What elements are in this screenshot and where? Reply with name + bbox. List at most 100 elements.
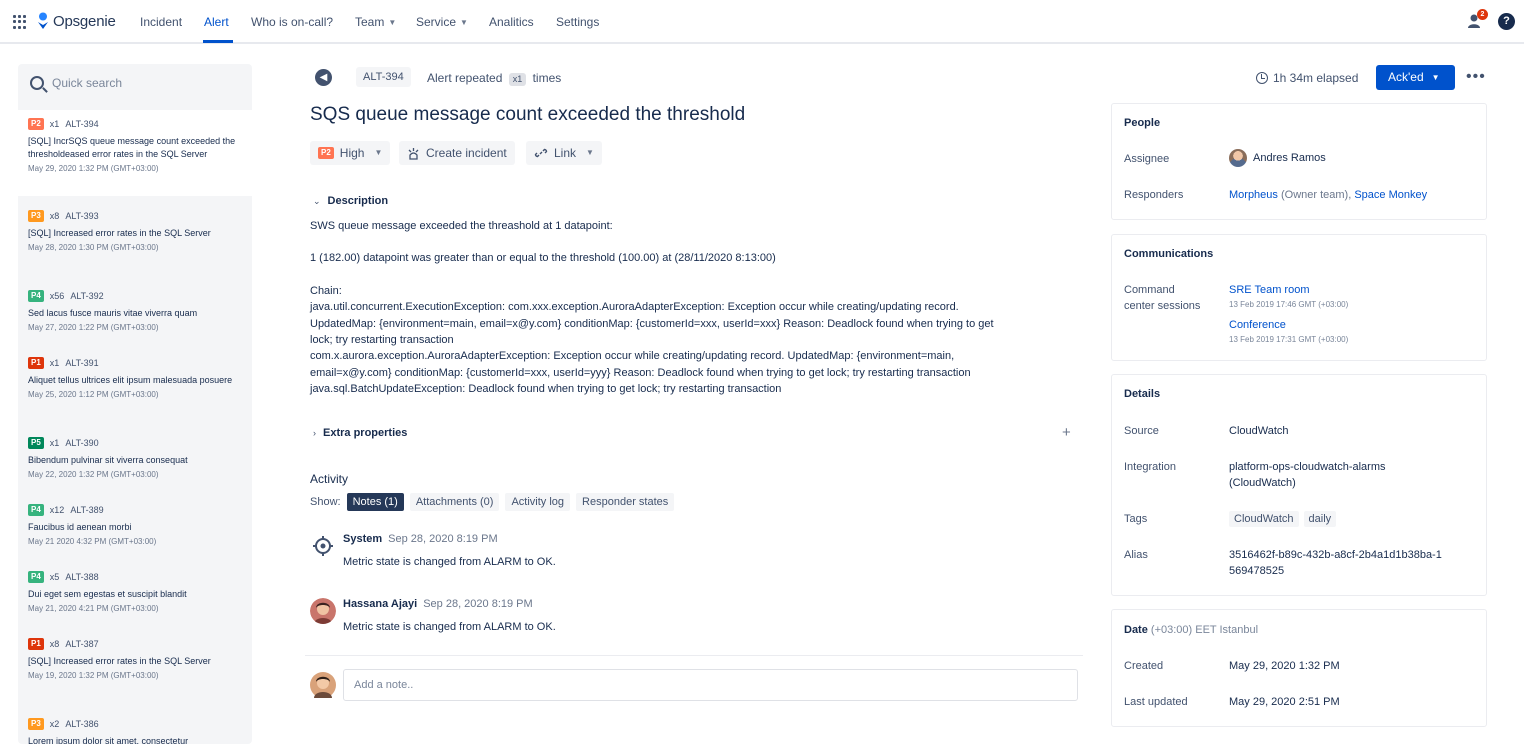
alert-title: Bibendum pulvinar sit viverra consequat (28, 455, 188, 465)
note-body: Metric state is changed from ALARM to OK… (343, 556, 556, 568)
session-link[interactable]: Conference (1229, 317, 1286, 333)
panel-title: People (1124, 117, 1161, 129)
add-property-icon[interactable]: + (1062, 424, 1071, 441)
session-link[interactable]: SRE Team room (1229, 282, 1310, 298)
note-author: System (343, 533, 383, 545)
extra-properties-toggle[interactable]: › Extra properties (313, 427, 407, 439)
responders-label: Responders (1124, 189, 1184, 201)
more-options-icon[interactable]: ••• (1466, 68, 1486, 86)
alert-list-item[interactable]: P3 x8 ALT-393 [SQL] Increased error rates … (18, 209, 252, 252)
alert-date: May 28, 2020 1:30 PM (GMT+03:00) (28, 243, 159, 252)
description-line: SWS queue message exceeded the threashol… (310, 220, 613, 232)
session-time: 13 Feb 2019 17:46 GMT (+03:00) (1229, 300, 1349, 309)
logo-text: Opsgenie (53, 12, 116, 30)
tab-activity-log[interactable]: Activity log (505, 493, 571, 511)
repeat-suffix: times (532, 71, 562, 85)
tab-attachments[interactable]: Attachments (0) (409, 493, 500, 511)
nav-settings[interactable]: Settings (556, 15, 599, 29)
chevron-down-icon: ⌄ (313, 196, 321, 206)
help-icon[interactable]: ? (1498, 13, 1515, 30)
add-note-input[interactable]: Add a note.. (343, 669, 1078, 701)
description-line: 1 (182.00) datapoint was greater than or… (310, 252, 776, 264)
note-time: Sep 28, 2020 8:19 PM (388, 533, 498, 545)
tab-responder-states[interactable]: Responder states (576, 493, 675, 511)
link-label: Link (554, 146, 577, 160)
opsgenie-logo-icon (38, 12, 48, 29)
alert-id: ALT-389 (70, 505, 104, 515)
tags-label: Tags (1124, 513, 1148, 525)
app-switcher-icon[interactable] (13, 15, 27, 29)
search-placeholder: Quick search (52, 76, 123, 90)
priority-badge: P3 (28, 210, 44, 222)
created-label: Created (1124, 660, 1164, 672)
tab-notes[interactable]: Notes (1) (346, 493, 404, 511)
alert-date: May 21 2020 4:32 PM (GMT+03:00) (28, 537, 157, 546)
alert-title: [SQL] IncrSQS queue message count exceed… (28, 136, 236, 159)
alert-title: Dui eget sem egestas et suscipit blandit (28, 589, 187, 599)
alert-list-item[interactable]: P2 x1 ALT-394 [SQL] IncrSQS queue message … (18, 110, 252, 196)
acked-label: Ack'ed (1388, 70, 1424, 84)
updated-label: Last updated (1124, 696, 1188, 708)
divider (305, 655, 1083, 656)
alert-list-item[interactable]: P4 x5 ALT-388 Dui eget sem egestas et susc… (18, 570, 252, 613)
nav-alert[interactable]: Alert (204, 15, 229, 29)
alert-title: Lorem ipsum dolor sit amet, consectetur (28, 736, 189, 744)
nav-service[interactable]: Service ▼ (416, 15, 468, 29)
create-incident-label: Create incident (426, 146, 507, 160)
priority-badge: P4 (28, 504, 44, 516)
nav-who-is-on-call[interactable]: Who is on-call? (251, 15, 333, 29)
priority-badge: P4 (28, 571, 44, 583)
alert-list-item[interactable]: P4 x12 ALT-389 Faucibus id aenean morbi Ma… (18, 503, 252, 546)
alert-date: May 29, 2020 1:32 PM (GMT+03:00) (28, 164, 159, 173)
alert-list-item[interactable]: P5 x1 ALT-390 Bibendum pulvinar sit viverr… (18, 436, 252, 479)
description-label: Description (327, 195, 389, 207)
link-dropdown[interactable]: Link ▼ (526, 141, 602, 165)
quick-search[interactable]: Quick search (18, 64, 252, 102)
activity-title: Activity (310, 472, 349, 486)
priority-badge: P3 (28, 718, 44, 730)
search-icon (30, 76, 44, 90)
command-center-label: center sessions (1124, 300, 1201, 312)
link-icon (534, 148, 548, 158)
assignee-label: Assignee (1124, 153, 1170, 165)
alert-title: [SQL] Increased error rates in the SQL S… (28, 656, 211, 666)
people-panel: People Assignee Andres Ramos Responders … (1111, 103, 1487, 220)
note-author: Hassana Ajayi (343, 598, 418, 610)
alert-list-item[interactable]: P4 x56 ALT-392 Sed lacus fusce mauris vita… (18, 289, 252, 332)
alert-list-item[interactable]: P3 x2 ALT-386 Lorem ipsum dolor sit amet, … (18, 717, 252, 744)
opsgenie-logo[interactable]: Opsgenie (37, 12, 116, 30)
tag[interactable]: daily (1303, 511, 1337, 527)
create-incident-button[interactable]: Create incident (399, 141, 515, 165)
alert-date: May 21, 2020 4:21 PM (GMT+03:00) (28, 604, 159, 613)
nav-analitics[interactable]: Analitics (489, 15, 534, 29)
alert-date: May 27, 2020 1:22 PM (GMT+03:00) (28, 323, 159, 332)
description-line: java.sql.BatchUpdateException: Deadlock … (310, 383, 782, 395)
assignee-name: Andres Ramos (1253, 151, 1326, 164)
responder-link-space-monkey[interactable]: Space Monkey (1354, 189, 1427, 201)
acked-status-button[interactable]: Ack'ed ▼ (1376, 65, 1455, 90)
responder-link-morpheus[interactable]: Morpheus (1229, 189, 1278, 201)
integration-label: Integration (1124, 461, 1176, 473)
top-navigation: Opsgenie Incident Alert Who is on-call? … (0, 0, 1524, 44)
nav-incident[interactable]: Incident (140, 15, 182, 29)
note-time: Sep 28, 2020 8:19 PM (423, 598, 533, 610)
nav-team[interactable]: Team ▼ (355, 15, 396, 29)
alert-id: ALT-387 (65, 639, 99, 649)
alert-list-item[interactable]: P1 x1 ALT-391 Aliquet tellus ultrices elit… (18, 356, 252, 399)
back-arrow-icon[interactable]: ◀ (315, 69, 332, 86)
alert-id-chip[interactable]: ALT-394 (356, 67, 411, 87)
alert-title-heading: SQS queue message count exceeded the thr… (310, 104, 746, 125)
priority-dropdown[interactable]: P2 High ▼ (310, 141, 391, 165)
assignee[interactable]: Andres Ramos (1229, 149, 1326, 167)
note-body: Metric state is changed from ALARM to OK… (343, 621, 556, 633)
show-label: Show: (310, 496, 341, 508)
chevron-down-icon: ▼ (1431, 73, 1440, 82)
description-line: UpdatedMap: {environment=main, email=x@y… (310, 318, 994, 330)
description-toggle[interactable]: ⌄ Description (313, 195, 388, 207)
panel-title: Details (1124, 388, 1161, 400)
session-time: 13 Feb 2019 17:31 GMT (+03:00) (1229, 335, 1349, 344)
alert-id: ALT-391 (65, 358, 99, 368)
chevron-down-icon: ▼ (388, 18, 397, 27)
tag[interactable]: CloudWatch (1229, 511, 1299, 527)
alert-list-item[interactable]: P1 x8 ALT-387 [SQL] Increased error rates … (18, 637, 252, 680)
